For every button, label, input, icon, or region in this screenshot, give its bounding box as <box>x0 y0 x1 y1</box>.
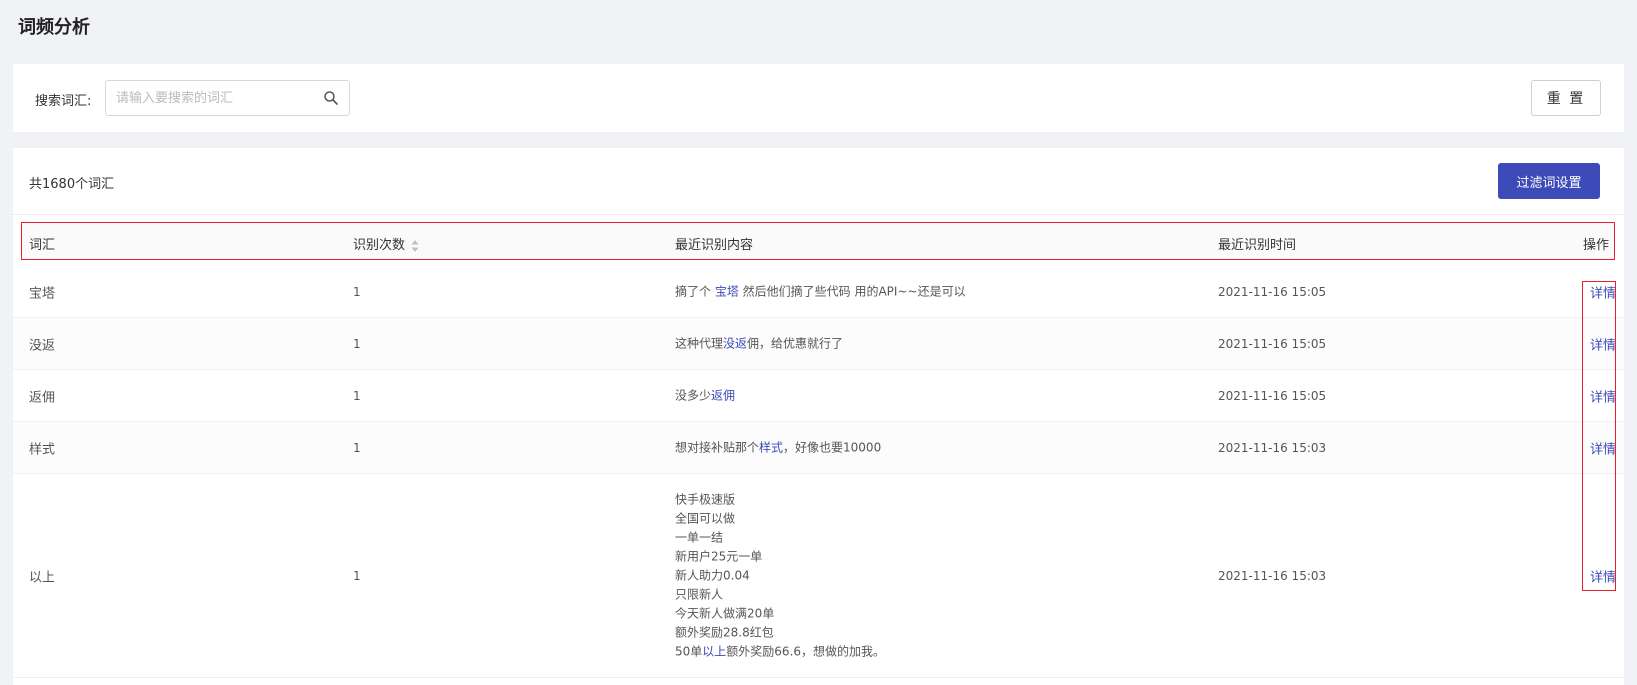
row-content: 没多少返佣 <box>675 386 735 405</box>
sort-icon[interactable] <box>411 239 419 253</box>
row-time: 2021-11-16 15:03 <box>1218 568 1327 583</box>
row-detail-link[interactable]: 详情 <box>1590 386 1616 405</box>
content-text: 没多少 <box>675 388 712 402</box>
row-word: 样式 <box>29 442 56 457</box>
table-row: 样式 1 想对接补贴那个样式，好像也要10000 2021-11-16 15:0… <box>13 422 1624 474</box>
column-header-count[interactable]: 识别次数 <box>353 234 419 253</box>
content-keyword: 以上 <box>702 644 727 658</box>
row-count: 1 <box>353 440 361 455</box>
row-detail-link[interactable]: 详情 <box>1590 282 1616 301</box>
row-count: 1 <box>353 284 361 299</box>
content-line: 今天新人做满20单 <box>675 606 775 620</box>
row-time: 2021-11-16 15:05 <box>1218 284 1327 299</box>
content-text: 摘了个 <box>675 284 715 298</box>
content-line: 只限新人 <box>675 587 724 601</box>
content-line: 新人助力0.04 <box>675 568 750 582</box>
row-word: 以上 <box>29 570 56 585</box>
content-keyword: 返佣 <box>711 388 736 402</box>
row-word: 没返 <box>29 338 56 353</box>
content-line: 全国可以做 <box>675 511 736 525</box>
divider <box>13 214 1624 215</box>
row-detail-link[interactable]: 详情 <box>1590 438 1616 457</box>
column-header-operation: 操作 <box>1582 238 1609 253</box>
row-word: 宝塔 <box>29 286 56 301</box>
content-text: 佣，给优惠就行了 <box>747 336 844 350</box>
search-panel: 搜索词汇: 重 置 <box>13 64 1624 132</box>
row-detail-link[interactable]: 详情 <box>1590 334 1616 353</box>
page-title: 词频分析 <box>18 17 90 38</box>
table-row: 宝塔 1 摘了个 宝塔 然后他们摘了些代码 用的API~~还是可以 2021-1… <box>13 266 1624 318</box>
content-text: ，好像也要10000 <box>783 440 882 454</box>
content-line: 一单一结 <box>675 530 724 544</box>
content-keyword: 宝塔 <box>714 284 739 298</box>
row-content: 摘了个 宝塔 然后他们摘了些代码 用的API~~还是可以 <box>675 282 966 301</box>
content-text: 想对接补贴那个 <box>675 440 760 454</box>
row-detail-link[interactable]: 详情 <box>1590 566 1616 585</box>
search-box[interactable] <box>105 80 350 116</box>
content-line: 快手极速版 <box>675 492 736 506</box>
search-icon[interactable] <box>323 90 339 106</box>
column-header-word: 词汇 <box>29 238 56 253</box>
total-count: 共1680个词汇 <box>29 177 115 192</box>
table-row: 返佣 1 没多少返佣 2021-11-16 15:05 详情 <box>13 370 1624 422</box>
word-table-panel: 共1680个词汇 过滤词设置 词汇 识别次数 最近识别内容 最近识别时间 操作 … <box>13 148 1624 685</box>
table-header: 词汇 识别次数 最近识别内容 最近识别时间 操作 <box>21 222 1615 260</box>
filter-words-button[interactable]: 过滤词设置 <box>1498 163 1600 199</box>
row-count: 1 <box>353 336 361 351</box>
table-row: 以上 1 快手极速版 全国可以做 一单一结 新用户25元一单 新人助力0.04 … <box>13 474 1624 678</box>
content-line: 50单以上额外奖励66.6，想做的加我。 <box>675 642 885 661</box>
content-text: 50单 <box>675 644 703 658</box>
content-text: 然后他们摘了些代码 用的API~~还是可以 <box>738 284 966 298</box>
row-count: 1 <box>353 388 361 403</box>
reset-button[interactable]: 重 置 <box>1531 80 1601 116</box>
content-text: 这种代理 <box>675 336 724 350</box>
row-time: 2021-11-16 15:03 <box>1218 440 1327 455</box>
content-line: 额外奖励28.8红包 <box>675 625 774 639</box>
search-input[interactable] <box>106 81 316 115</box>
row-time: 2021-11-16 15:05 <box>1218 336 1327 351</box>
content-keyword: 没返 <box>723 336 748 350</box>
content-keyword: 样式 <box>759 440 784 454</box>
row-time: 2021-11-16 15:05 <box>1218 388 1327 403</box>
table-row: 没返 1 这种代理没返佣，给优惠就行了 2021-11-16 15:05 详情 <box>13 318 1624 370</box>
row-word: 返佣 <box>29 390 56 405</box>
row-count: 1 <box>353 568 361 583</box>
content-line: 新用户25元一单 <box>675 549 763 563</box>
column-header-count-label: 识别次数 <box>353 238 406 253</box>
content-text: 额外奖励66.6，想做的加我。 <box>726 644 886 658</box>
column-header-content: 最近识别内容 <box>675 238 754 253</box>
row-content: 快手极速版 全国可以做 一单一结 新用户25元一单 新人助力0.04 只限新人 … <box>675 490 885 661</box>
table-body: 宝塔 1 摘了个 宝塔 然后他们摘了些代码 用的API~~还是可以 2021-1… <box>13 266 1624 678</box>
column-header-time: 最近识别时间 <box>1218 238 1297 253</box>
row-content: 这种代理没返佣，给优惠就行了 <box>675 334 843 353</box>
search-label: 搜索词汇: <box>35 94 92 109</box>
row-content: 想对接补贴那个样式，好像也要10000 <box>675 438 881 457</box>
